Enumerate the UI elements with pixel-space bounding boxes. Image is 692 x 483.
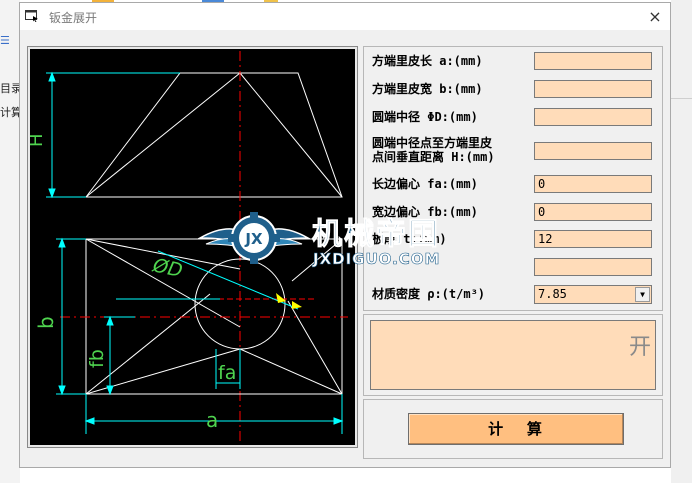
label-width-b: 方端里皮宽 b:(mm) bbox=[372, 82, 483, 96]
watermark-badge-text: JX bbox=[244, 230, 263, 248]
label-fa: fa bbox=[218, 362, 236, 384]
input-diameter-d[interactable] bbox=[534, 108, 652, 126]
watermark-title: 机械帝国 bbox=[312, 217, 440, 253]
input-offset-fa[interactable] bbox=[534, 175, 652, 193]
hamburger-icon[interactable]: ☰ bbox=[0, 34, 10, 47]
label-height-h-line1: 圆端中径点至方端里皮 bbox=[372, 136, 493, 150]
watermark-logo-icon: JX bbox=[198, 212, 310, 264]
watermark-subtitle: JXDIGUO.COM bbox=[313, 250, 441, 269]
output-panel: 开 bbox=[363, 314, 663, 396]
label-a: a bbox=[206, 408, 218, 432]
input-width-b[interactable] bbox=[534, 80, 652, 98]
app-window-icon bbox=[25, 10, 38, 22]
dimension-h bbox=[46, 71, 180, 199]
label-offset-fa: 长边偏心 fa:(mm) bbox=[372, 177, 478, 191]
label-fb: fb bbox=[86, 349, 108, 368]
top-view bbox=[84, 72, 343, 198]
input-length-a[interactable] bbox=[534, 52, 652, 70]
label-b: b bbox=[34, 316, 58, 329]
label-length-a: 方端里皮长 a:(mm) bbox=[372, 54, 483, 68]
result-text: 开 bbox=[629, 335, 652, 360]
arrow-diameter-2 bbox=[292, 301, 302, 309]
background-app-left: ☰ 目录) 计算 bbox=[0, 0, 26, 483]
select-density-value: 7.85 bbox=[538, 287, 567, 301]
button-panel: 计 算 bbox=[363, 399, 663, 459]
label-h: H bbox=[30, 133, 47, 147]
window-title: 钣金展开 bbox=[49, 11, 98, 25]
label-phid: ØD bbox=[150, 254, 184, 282]
input-offset-fb[interactable] bbox=[534, 203, 652, 221]
background-app-right bbox=[671, 0, 692, 483]
input-thickness-t[interactable] bbox=[534, 230, 652, 248]
chevron-down-icon[interactable]: ▼ bbox=[635, 287, 650, 302]
title-bar: 钣金展开 × bbox=[20, 3, 670, 30]
label-density: 材质密度 ρ:(t/m³) bbox=[372, 287, 486, 301]
label-height-h-line2: 点间垂直距离 H:(mm) bbox=[372, 150, 495, 164]
close-button[interactable]: × bbox=[640, 3, 670, 30]
calculate-button[interactable]: 计 算 bbox=[408, 413, 624, 445]
input-extra[interactable] bbox=[534, 258, 652, 276]
result-output[interactable]: 开 bbox=[370, 320, 656, 390]
label-diameter-d: 圆端中径 ΦD:(mm) bbox=[372, 110, 478, 124]
select-density[interactable]: 7.85 ▼ bbox=[534, 285, 652, 304]
input-height-h[interactable] bbox=[534, 142, 652, 160]
watermark: JX 机械帝国 JXDIGUO.COM bbox=[198, 206, 498, 276]
